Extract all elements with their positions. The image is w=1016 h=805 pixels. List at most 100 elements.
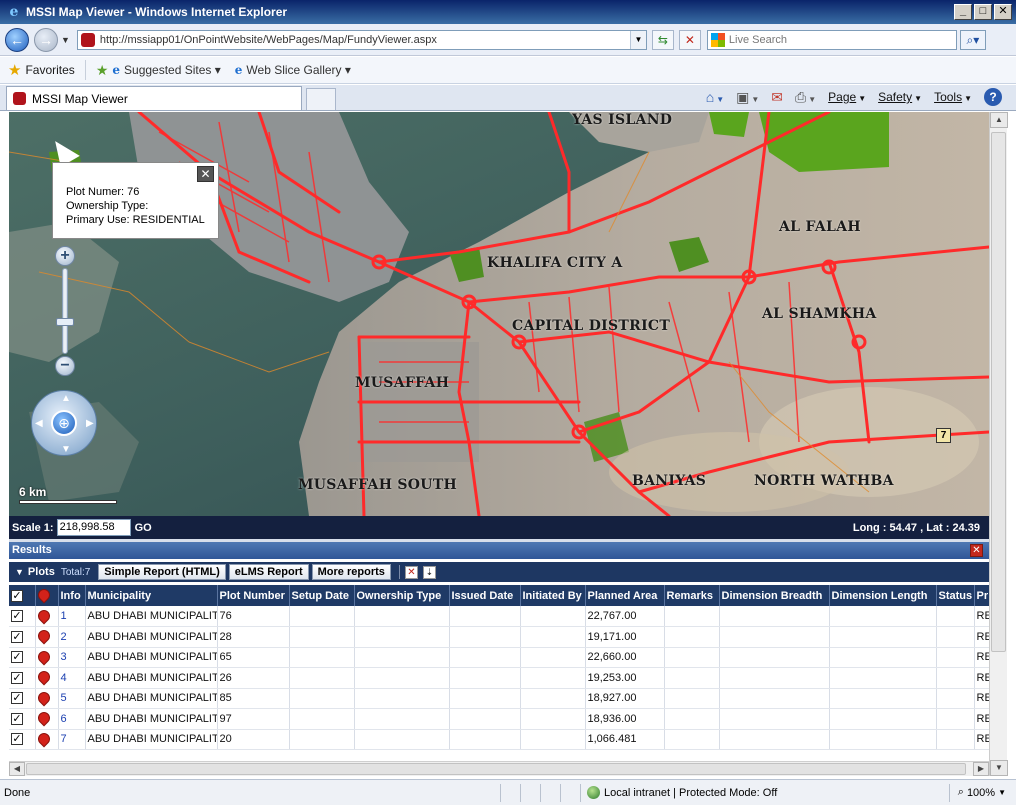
printer-icon[interactable]: ⎙ ▼ — [795, 89, 816, 106]
help-icon[interactable]: ? — [984, 88, 1002, 106]
export-icon[interactable]: ⇣ — [422, 565, 436, 579]
table-row[interactable]: ✓ 6ABU DHABI MUNICIPALITY97 18,936.00 RE — [9, 708, 989, 730]
horizontal-scroll-thumb[interactable] — [26, 763, 966, 775]
mail-icon[interactable]: ✉ — [771, 89, 783, 106]
zoom-out-button[interactable]: − — [55, 356, 75, 376]
favorites-button[interactable]: Favorites — [25, 63, 74, 77]
address-dropdown-icon[interactable]: ▼ — [629, 30, 646, 49]
row-select-cell[interactable]: ✓ — [9, 647, 36, 668]
cell-info[interactable]: 4 — [58, 667, 86, 689]
row-locate-cell[interactable] — [35, 729, 59, 750]
address-url[interactable]: http://mssiapp01/OnPointWebsite/WebPages… — [100, 34, 630, 46]
column-header-setup-date[interactable]: Setup Date — [289, 585, 355, 606]
popup-close-button[interactable]: ✕ — [197, 166, 214, 182]
tools-menu[interactable]: Tools ▼ — [934, 90, 972, 104]
table-row[interactable]: ✓ 1ABU DHABI MUNICIPALITY76 22,767.00 RE — [9, 606, 989, 627]
locate-pin-icon[interactable] — [38, 733, 50, 746]
page-menu[interactable]: Page ▼ — [828, 90, 866, 104]
locate-pin-icon[interactable] — [38, 671, 50, 684]
cell-info[interactable]: 5 — [58, 688, 86, 709]
back-button[interactable]: ← — [5, 27, 29, 52]
tab-mssi-map-viewer[interactable]: MSSI Map Viewer — [6, 86, 302, 110]
search-input[interactable]: Live Search — [706, 29, 957, 50]
results-close-button[interactable]: ✕ — [970, 544, 983, 557]
more-reports-button[interactable]: More reports — [311, 564, 391, 580]
maximize-button[interactable]: □ — [974, 4, 992, 20]
locate-pin-icon[interactable] — [38, 610, 50, 623]
pan-down-icon[interactable]: ▼ — [61, 444, 71, 455]
pan-right-icon[interactable]: ▶ — [86, 418, 94, 429]
row-checkbox[interactable]: ✓ — [11, 733, 23, 746]
scale-go-button[interactable]: GO — [135, 522, 152, 534]
scroll-right-icon[interactable]: ▶ — [973, 762, 989, 776]
history-dropdown-icon[interactable]: ▼ — [61, 35, 70, 45]
scroll-down-icon[interactable]: ▼ — [990, 760, 1008, 776]
table-row[interactable]: ✓ 5ABU DHABI MUNICIPALITY85 18,927.00 RE — [9, 688, 989, 709]
add-favorites-icon[interactable]: ★ — [96, 62, 109, 79]
row-checkbox[interactable]: ✓ — [11, 712, 23, 725]
forward-button[interactable]: → — [34, 27, 58, 52]
search-button[interactable]: ⌕▾ — [959, 29, 986, 50]
table-row[interactable]: ✓ 7ABU DHABI MUNICIPALITY20 1,066.481 RE — [9, 729, 989, 750]
close-window-button[interactable]: ✕ — [994, 4, 1012, 20]
row-locate-cell[interactable] — [35, 606, 59, 627]
scroll-up-icon[interactable]: ▲ — [990, 112, 1008, 128]
select-all-checkbox[interactable]: ✓ — [11, 589, 23, 602]
column-header-initiated-by[interactable]: Initiated By — [520, 585, 586, 606]
cell-info[interactable]: 2 — [58, 626, 86, 648]
row-locate-cell[interactable] — [35, 667, 59, 689]
pan-left-icon[interactable]: ◀ — [35, 418, 43, 429]
rss-feed-icon[interactable]: ▣ ▼ — [736, 89, 759, 106]
zoom-level-button[interactable]: ⌕ 100% ▼ — [948, 783, 1016, 802]
clear-results-icon[interactable]: ✕ — [404, 565, 418, 579]
row-locate-cell[interactable] — [35, 626, 59, 648]
cell-info[interactable]: 1 — [58, 606, 86, 627]
column-header-municipality[interactable]: Municipality — [85, 585, 218, 606]
table-row[interactable]: ✓ 2ABU DHABI MUNICIPALITY28 19,171.00 RE — [9, 626, 989, 648]
table-row[interactable]: ✓ 4ABU DHABI MUNICIPALITY26 19,253.00 RE — [9, 667, 989, 689]
simple-report-button[interactable]: Simple Report (HTML) — [98, 564, 226, 580]
table-row[interactable]: ✓ 3ABU DHABI MUNICIPALITY65 22,660.00 RE — [9, 647, 989, 668]
stop-button[interactable]: ✕ — [678, 29, 701, 50]
column-header-status[interactable]: Status — [936, 585, 975, 606]
cell-info[interactable]: 7 — [58, 729, 86, 750]
locate-pin-icon[interactable] — [38, 630, 50, 643]
suggested-sites-link[interactable]: e Suggested Sites ▾ — [112, 63, 220, 77]
map-view[interactable]: YAS ISLAND AL FALAH KHALIFA CITY A CAPIT… — [9, 112, 989, 516]
column-header-planned-area[interactable]: Planned Area — [585, 585, 665, 606]
scroll-left-icon[interactable]: ◀ — [9, 762, 25, 776]
column-header-plot-number[interactable]: Plot Number — [217, 585, 290, 606]
pan-control[interactable]: ▲ ▼ ◀ ▶ ⊕ — [31, 390, 97, 456]
row-checkbox[interactable]: ✓ — [11, 651, 23, 664]
horizontal-scrollbar[interactable]: ◀ ▶ — [9, 761, 989, 776]
row-select-cell[interactable]: ✓ — [9, 667, 36, 689]
cell-info[interactable]: 3 — [58, 647, 86, 668]
select-all-header[interactable]: ✓ — [9, 585, 36, 606]
row-locate-cell[interactable] — [35, 647, 59, 668]
row-checkbox[interactable]: ✓ — [11, 610, 23, 623]
web-slice-gallery-link[interactable]: e Web Slice Gallery ▾ — [235, 63, 351, 77]
zoom-in-button[interactable]: + — [55, 246, 75, 266]
row-checkbox[interactable]: ✓ — [11, 671, 23, 684]
zoom-slider-track[interactable] — [62, 268, 68, 354]
vertical-scroll-thumb[interactable] — [991, 132, 1006, 652]
zoom-slider-handle[interactable] — [56, 318, 74, 326]
locate-pin-icon[interactable] — [38, 712, 50, 725]
row-locate-cell[interactable] — [35, 708, 59, 730]
locate-pin-icon[interactable] — [38, 651, 50, 664]
scale-input[interactable]: 218,998.58 — [56, 519, 131, 536]
column-header-dimension-length[interactable]: Dimension Length — [829, 585, 937, 606]
safety-menu[interactable]: Safety ▼ — [878, 90, 922, 104]
security-zone[interactable]: Local intranet | Protected Mode: Off — [580, 783, 783, 802]
locate-pin-icon[interactable] — [38, 692, 50, 705]
column-header-pr[interactable]: Pr — [974, 585, 989, 606]
refresh-button[interactable]: ⇆ — [651, 29, 674, 50]
row-select-cell[interactable]: ✓ — [9, 708, 36, 730]
row-select-cell[interactable]: ✓ — [9, 626, 36, 648]
home-icon[interactable]: ⌂ ▼ — [706, 89, 724, 105]
row-select-cell[interactable]: ✓ — [9, 729, 36, 750]
column-header-dimension-breadth[interactable]: Dimension Breadth — [719, 585, 830, 606]
new-tab-button[interactable] — [306, 88, 336, 110]
column-header-ownership-type[interactable]: Ownership Type — [354, 585, 450, 606]
elms-report-button[interactable]: eLMS Report — [228, 564, 309, 580]
